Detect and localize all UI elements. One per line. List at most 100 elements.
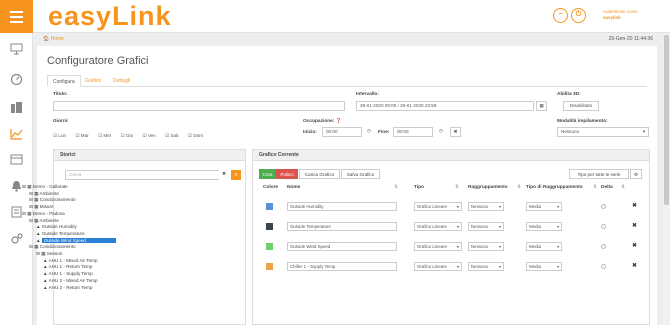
sidebar-item-dashboard[interactable] — [10, 73, 23, 86]
tipo-select[interactable]: Grafico Lineare — [414, 242, 462, 251]
raggruppamento-select[interactable]: Nessuno — [468, 222, 504, 231]
clear-search-icon[interactable]: ✖ — [219, 170, 229, 180]
delta-checkbox[interactable] — [601, 244, 606, 249]
day-checkbox[interactable]: ☑ Lun — [53, 133, 66, 138]
col-delta[interactable]: Delta — [601, 185, 613, 190]
tree-item[interactable]: ⊟ ▦ Sensori — [36, 251, 62, 257]
carica-grafico-button[interactable]: Carica Grafico — [299, 169, 340, 179]
page-scrollbar[interactable] — [663, 33, 670, 325]
raggruppamento-select[interactable]: Nessuno — [468, 262, 504, 271]
sort-icon[interactable]: ⇅ — [593, 185, 597, 190]
minus-circle-icon[interactable]: − — [553, 8, 568, 23]
day-checkbox[interactable]: ☑ Ven — [142, 133, 155, 138]
power-icon[interactable]: ⏻ — [571, 8, 586, 23]
tree-item[interactable]: ⊟ ▦ Ambiente — [29, 218, 59, 224]
tree-item[interactable]: ▲ AHU 2 - Return Temp — [43, 285, 92, 291]
scrollbar-thumb[interactable] — [664, 35, 669, 205]
pulisci-button[interactable]: Pulisci — [276, 169, 298, 179]
crea-button[interactable]: Crea — [259, 169, 276, 179]
tab-configura[interactable]: Configura — [47, 75, 81, 87]
remove-series-button[interactable]: ✖ — [632, 222, 637, 229]
sort-icon[interactable]: ⇅ — [621, 185, 625, 190]
series-name-input[interactable]: Outside Wind Speed — [287, 242, 397, 251]
remove-series-button[interactable]: ✖ — [632, 202, 637, 209]
day-checkbox[interactable]: ☑ Gio — [121, 133, 134, 138]
color-swatch[interactable] — [266, 203, 273, 210]
tipo-select[interactable]: Grafico Lineare — [414, 222, 462, 231]
sidebar-item-buildings[interactable] — [10, 101, 23, 113]
tipo-raggruppamento-select[interactable]: Media — [526, 202, 562, 211]
abilita3d-toggle[interactable]: Disabilitato — [563, 101, 599, 111]
delta-checkbox[interactable] — [601, 264, 606, 269]
col-nome[interactable]: Nome — [287, 185, 300, 190]
raggruppamento-select[interactable]: Nessuno — [468, 202, 504, 211]
day-checkbox[interactable]: ☑ Dom — [188, 133, 203, 138]
svg-text:easyLink: easyLink — [48, 1, 172, 31]
day-checkbox[interactable]: ☑ Mer — [98, 133, 111, 138]
tab-dettagli[interactable]: Dettagli — [108, 75, 135, 87]
clock-icon[interactable]: ◷ — [364, 127, 374, 137]
tipo-raggruppamento-select[interactable]: Media — [526, 222, 562, 231]
col-tipo[interactable]: Tipo — [414, 185, 424, 190]
clear-occupazione-button[interactable]: ✖ — [450, 127, 461, 137]
tipo-tutte-serie-button[interactable]: Tipo per tutte le serie — [569, 169, 629, 179]
tree-item[interactable]: ⊟ ▦ Condizionamento — [29, 244, 76, 250]
inizio-input[interactable]: 00:00 — [322, 127, 362, 137]
tree-item[interactable]: ⊟ ▦ Ambiente — [29, 191, 59, 197]
remove-series-button[interactable]: ✖ — [632, 242, 637, 249]
delta-checkbox[interactable] — [601, 224, 606, 229]
clock-icon[interactable]: ◷ — [436, 127, 446, 137]
calendar-button[interactable]: ▦ — [536, 101, 547, 111]
tree-item[interactable]: ⊟ ▦ Demo - Padova — [22, 211, 65, 217]
tipo-raggruppamento-select[interactable]: Media — [526, 242, 562, 251]
sort-icon[interactable]: ⇅ — [394, 185, 398, 190]
tree-item[interactable]: ▲ AHU 2 - Mixed Air Temp — [43, 278, 98, 284]
raggruppamento-select[interactable]: Nessuno — [468, 242, 504, 251]
tipo-select[interactable]: Grafico Lineare — [414, 262, 462, 271]
line-chart-icon — [10, 129, 23, 140]
titolo-input[interactable] — [53, 101, 345, 111]
remove-series-button[interactable]: ✖ — [632, 262, 637, 269]
tree-item[interactable]: ▲ AHU 1 - Return Temp — [43, 264, 92, 270]
color-swatch[interactable] — [266, 263, 273, 270]
tipo-select[interactable]: Grafico Lineare — [414, 202, 462, 211]
day-checkbox[interactable]: ☑ Mar — [75, 133, 88, 138]
settings-icon[interactable]: ⚙ — [630, 169, 642, 179]
intervallo-input[interactable]: 29-01-2020 00:00 / 29-01-2020 23:59 — [356, 101, 534, 111]
tree-item[interactable]: ▲ AHU 1 - Supply Temp — [43, 271, 93, 277]
search-button[interactable]: ⌕ — [231, 170, 241, 180]
series-name-input[interactable]: Chiller 1 - Supply Temp — [287, 262, 397, 271]
tree-item[interactable]: ▲ Outside Wind Speed — [36, 237, 116, 244]
color-swatch[interactable] — [266, 243, 273, 250]
delta-checkbox[interactable] — [601, 204, 606, 209]
fine-input[interactable]: 00:00 — [393, 127, 433, 137]
storici-search-input[interactable]: Cerca — [65, 170, 229, 180]
tab-grafico[interactable]: Grafico — [80, 75, 106, 87]
tree-item[interactable]: ⊟ ▦ Misure — [29, 204, 54, 210]
tree-item[interactable]: ▲ Outside Humidity — [36, 224, 77, 230]
sidebar-item-calendar[interactable] — [10, 153, 23, 165]
col-tipo-raggruppamento[interactable]: Tipo di Raggruppamento — [526, 185, 583, 190]
modalita-select[interactable]: Nessuno ▾ — [557, 127, 649, 137]
menu-toggle-button[interactable] — [0, 0, 33, 33]
tree-item[interactable]: ⊟ ▦ Demo - Gallarate — [22, 184, 68, 190]
user-info[interactable]: Autenticato come easylink — [603, 9, 638, 21]
salva-grafico-button[interactable]: Salva Grafico — [341, 169, 380, 179]
series-name-input[interactable]: Outside Temperature — [287, 222, 397, 231]
col-raggruppamento[interactable]: Raggruppamento — [468, 185, 508, 190]
help-icon[interactable]: ❓ — [336, 119, 342, 124]
tree-item[interactable]: ⊟ ▦ Condizionamento — [29, 197, 76, 203]
color-swatch[interactable] — [266, 223, 273, 230]
sidebar-item-settings[interactable] — [10, 233, 23, 245]
series-name-input[interactable]: Outside Humidity — [287, 202, 397, 211]
tree-item[interactable]: ▲ Outside Temperature — [36, 231, 85, 237]
tree-item[interactable]: ▲ AHU 1 - Mixed Air Temp — [43, 258, 98, 264]
sort-icon[interactable]: ⇅ — [455, 185, 459, 190]
sort-icon[interactable]: ⇅ — [517, 185, 521, 190]
col-colore: Colore — [263, 185, 279, 190]
sidebar-item-charts[interactable] — [10, 128, 23, 140]
tipo-raggruppamento-select[interactable]: Media — [526, 262, 562, 271]
breadcrumb-home-link[interactable]: 🏠 Home — [43, 36, 64, 42]
day-checkbox[interactable]: ☑ Sab — [165, 133, 179, 138]
sidebar-item-monitor[interactable] — [10, 43, 23, 55]
